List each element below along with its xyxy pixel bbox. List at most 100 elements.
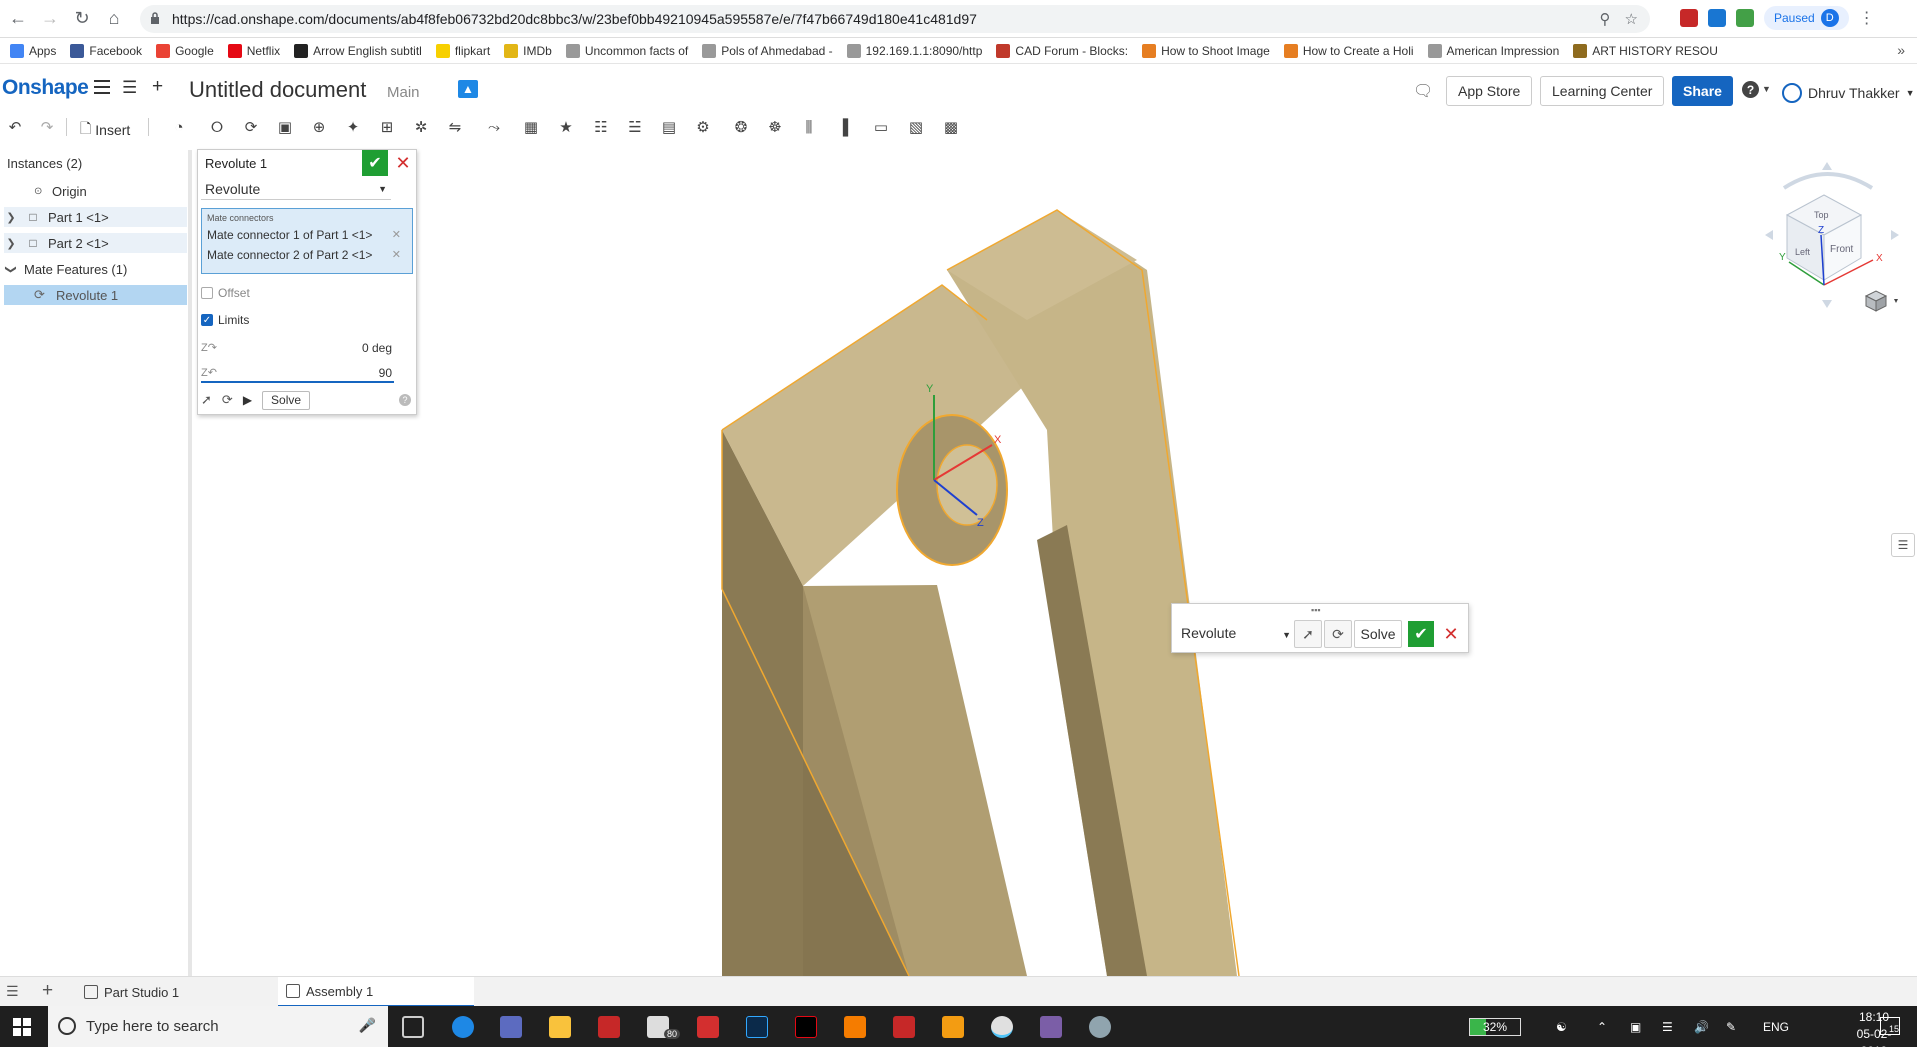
bookmark-item[interactable]: Pols of Ahmedabad -: [702, 43, 833, 58]
photoshop-icon[interactable]: [746, 1016, 768, 1038]
app-icon[interactable]: [942, 1016, 964, 1038]
pin-slot-mate-icon[interactable]: ✦: [342, 116, 364, 138]
file-explorer-icon[interactable]: [549, 1016, 571, 1038]
rack-pinion-icon[interactable]: ❂: [730, 116, 752, 138]
limits-option[interactable]: ✓ Limits: [201, 313, 249, 327]
help-dropdown-icon[interactable]: ▼: [1762, 84, 1771, 94]
parallel-mate-icon[interactable]: ⇋: [444, 116, 466, 138]
flip-primary-axis-icon[interactable]: ➚: [1294, 620, 1322, 648]
reload-icon[interactable]: ↻: [68, 5, 96, 33]
learning-hat-icon[interactable]: ▲: [458, 80, 478, 98]
app-icon[interactable]: [1040, 1016, 1062, 1038]
solve-button[interactable]: Solve: [1354, 620, 1402, 648]
circular-pattern-icon[interactable]: ☱: [624, 116, 646, 138]
help-icon[interactable]: ?: [399, 394, 411, 406]
ball-mate-icon[interactable]: ✲: [410, 116, 432, 138]
document-title[interactable]: Untitled document: [189, 77, 366, 103]
bookmark-item[interactable]: CAD Forum - Blocks:: [996, 43, 1128, 58]
bookmark-item[interactable]: Facebook: [70, 43, 142, 58]
people-icon[interactable]: ☯: [1556, 1006, 1567, 1047]
share-button[interactable]: Share: [1672, 76, 1733, 106]
tangent-mate-icon[interactable]: ⤳: [483, 116, 505, 138]
star-icon[interactable]: ☆: [1625, 10, 1638, 28]
cancel-button[interactable]: ✕: [392, 152, 414, 174]
screw-relation-icon[interactable]: ☸: [764, 116, 786, 138]
mate-connector-icon[interactable]: ◔: [168, 116, 190, 138]
gear-relation-icon[interactable]: ⚙: [692, 116, 714, 138]
bookmark-item[interactable]: 192.169.1.1:8090/http: [846, 43, 982, 58]
chevron-up-icon[interactable]: ⌃: [1597, 1006, 1607, 1047]
netflix-icon[interactable]: [795, 1016, 817, 1038]
add-icon[interactable]: +: [152, 76, 163, 98]
joint-pin[interactable]: [936, 444, 998, 526]
tree-item-mate-features[interactable]: ❯ Mate Features (1): [4, 259, 187, 279]
mcafee-icon[interactable]: [598, 1016, 620, 1038]
flip-primary-axis-icon[interactable]: ➚: [201, 392, 212, 408]
task-view-icon[interactable]: [402, 1016, 424, 1038]
extension-icon[interactable]: [1708, 9, 1726, 27]
learning-center-button[interactable]: Learning Center: [1540, 76, 1665, 106]
section-view-icon[interactable]: ▧: [905, 116, 927, 138]
undo-icon[interactable]: ↶: [4, 116, 26, 138]
remove-icon[interactable]: ✕: [392, 248, 401, 261]
limit-max-field[interactable]: Z↶ 90: [201, 363, 394, 383]
chevron-right-icon[interactable]: ❯: [4, 211, 18, 224]
bookmark-item[interactable]: flipkart: [435, 43, 490, 58]
revolute-mate-icon[interactable]: ⟳: [240, 116, 262, 138]
windows-start-icon[interactable]: [13, 1018, 31, 1036]
tree-item-revolute[interactable]: ⟳ Revolute 1: [4, 285, 187, 305]
bookmark-item[interactable]: Netflix: [227, 43, 280, 58]
bookmark-item[interactable]: Google: [156, 43, 214, 58]
accept-button[interactable]: ✔: [362, 150, 388, 176]
mate-connectors-field[interactable]: Mate connectors Mate connector 1 of Part…: [201, 208, 413, 274]
help-icon[interactable]: ?: [1742, 81, 1759, 98]
store-icon[interactable]: [500, 1016, 522, 1038]
reorient-secondary-axis-icon[interactable]: ⟳: [222, 392, 233, 408]
tab-manager-icon[interactable]: ☰: [6, 983, 19, 1000]
solve-button[interactable]: Solve: [262, 390, 311, 410]
fastened-mate-icon[interactable]: ⭘: [206, 116, 228, 138]
tree-item-part2[interactable]: ❯ □ Part 2 <1>: [4, 233, 187, 253]
address-bar[interactable]: https://cad.onshape.com/documents/ab4f8f…: [140, 5, 1650, 33]
limit-icon[interactable]: ▐: [832, 116, 854, 138]
limits-checkbox[interactable]: ✓: [201, 314, 213, 326]
wifi-icon[interactable]: ☰: [1662, 1006, 1673, 1047]
offset-checkbox[interactable]: [201, 287, 213, 299]
bookmark-item[interactable]: ART HISTORY RESOU: [1573, 43, 1718, 58]
edge-icon[interactable]: [452, 1016, 474, 1038]
bookmark-item[interactable]: IMDb: [504, 43, 552, 58]
view-cube-arc-top[interactable]: [1782, 172, 1874, 190]
group-icon[interactable]: ▦: [520, 116, 542, 138]
sketchup-icon[interactable]: [697, 1016, 719, 1038]
bookmark-item[interactable]: Uncommon facts of: [565, 43, 688, 58]
mate-connector-item[interactable]: Mate connector 1 of Part 1 <1> ✕: [207, 228, 407, 242]
view-cube-arrow-left[interactable]: [1765, 230, 1773, 240]
play-icon[interactable]: ▶: [243, 393, 252, 407]
linear-relation-icon[interactable]: ⫼: [798, 116, 820, 138]
bookmark-item[interactable]: Arrow English subtitl: [294, 43, 422, 58]
replicate-icon[interactable]: ★: [555, 116, 577, 138]
graphics-area[interactable]: Y X Z Top Left Front X Y Z: [197, 140, 1917, 977]
app-icon[interactable]: [1089, 1016, 1111, 1038]
battery-icon[interactable]: ▣: [1630, 1006, 1641, 1047]
view-cube-arrow-right[interactable]: [1891, 230, 1899, 240]
more-bookmarks-icon[interactable]: »: [1897, 42, 1905, 58]
hamburger-icon[interactable]: [94, 80, 110, 94]
home-icon[interactable]: ⌂: [100, 5, 128, 33]
drag-handle-icon[interactable]: ▪▪▪: [1311, 605, 1321, 615]
app-store-button[interactable]: App Store: [1446, 76, 1533, 106]
mate-connector-item[interactable]: Mate connector 2 of Part 2 <1> ✕: [207, 248, 407, 262]
accept-button[interactable]: ✔: [1408, 621, 1434, 647]
limit-min-field[interactable]: Z↷ 0 deg: [201, 338, 394, 358]
mate-type-select[interactable]: Revolute ▼: [1181, 625, 1291, 641]
bookmark-item[interactable]: How to Shoot Image: [1142, 43, 1270, 58]
add-tab-icon[interactable]: +: [42, 980, 53, 1002]
volume-icon[interactable]: 🔊: [1694, 1006, 1709, 1047]
vlc-icon[interactable]: [844, 1016, 866, 1038]
reorient-secondary-axis-icon[interactable]: ⟳: [1324, 620, 1352, 648]
chrome-icon[interactable]: [991, 1016, 1013, 1038]
comments-icon[interactable]: 🗨: [1413, 81, 1433, 101]
bookmark-item[interactable]: American Impression: [1427, 43, 1559, 58]
language-indicator[interactable]: ENG: [1763, 1006, 1789, 1047]
view-cube-arrow-down[interactable]: [1822, 300, 1832, 308]
